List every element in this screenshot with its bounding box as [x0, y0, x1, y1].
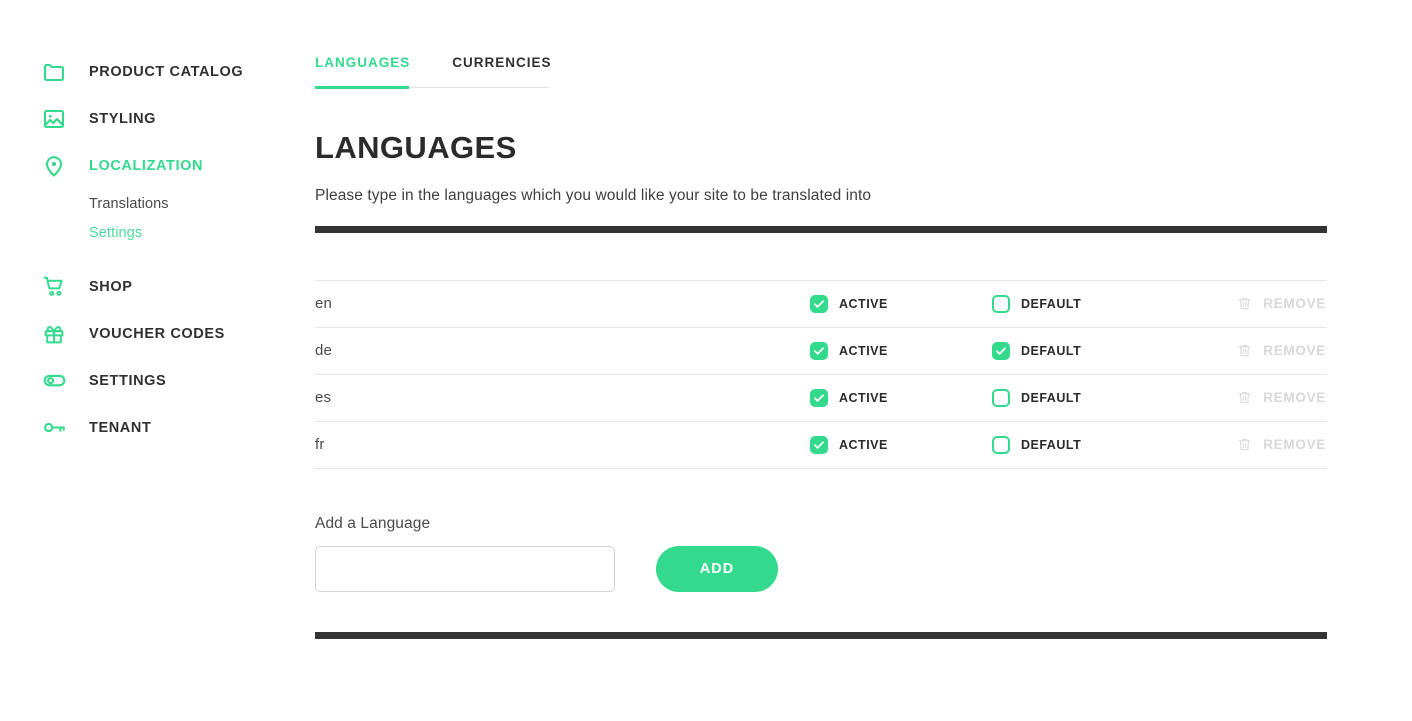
remove-button[interactable]: REMOVE: [1174, 342, 1327, 359]
sidebar-item-label: SETTINGS: [89, 372, 167, 389]
remove-button[interactable]: REMOVE: [1174, 389, 1327, 406]
sidebar: PRODUCT CATALOG STYLING LOCALIZATION Tra…: [0, 0, 300, 721]
sidebar-item-tenant[interactable]: TENANT: [0, 404, 300, 451]
table-row: de ACTIVE DEFAULT REMOVE: [315, 328, 1327, 375]
default-label: DEFAULT: [1021, 343, 1082, 358]
gift-icon: [40, 320, 68, 348]
languages-table: en ACTIVE DEFAULT REMOVE de ACTIVE DEFAU…: [315, 233, 1327, 469]
image-icon: [40, 105, 68, 133]
map-pin-icon: [40, 152, 68, 180]
section-bottom-divider: [315, 631, 1327, 639]
active-checkbox[interactable]: [810, 435, 828, 454]
active-checkbox[interactable]: [810, 341, 828, 360]
sidebar-item-label: PRODUCT CATALOG: [89, 63, 244, 80]
default-label: DEFAULT: [1021, 296, 1082, 311]
app-page: PRODUCT CATALOG STYLING LOCALIZATION Tra…: [0, 0, 1412, 721]
default-checkbox[interactable]: [992, 341, 1010, 360]
add-button[interactable]: ADD: [656, 545, 778, 592]
sidebar-item-label: VOUCHER CODES: [89, 325, 225, 342]
sidebar-item-label: LOCALIZATION: [89, 157, 204, 174]
active-cell: ACTIVE: [810, 294, 992, 313]
trash-icon: [1237, 342, 1252, 359]
remove-label: REMOVE: [1263, 390, 1326, 406]
language-code: fr: [315, 436, 325, 454]
page-subtitle: Please type in the languages which you w…: [315, 186, 872, 204]
remove-button[interactable]: REMOVE: [1174, 436, 1327, 453]
active-checkbox[interactable]: [810, 388, 828, 407]
folder-icon: [40, 58, 68, 86]
sidebar-item-label: TENANT: [89, 419, 152, 436]
default-cell: DEFAULT: [992, 388, 1174, 407]
tab-active-indicator: [315, 86, 409, 89]
sidebar-subitem-settings[interactable]: Settings: [0, 218, 300, 247]
sidebar-item-localization[interactable]: LOCALIZATION: [0, 142, 300, 189]
add-language-input[interactable]: [315, 545, 615, 592]
language-code: en: [315, 295, 333, 313]
section-top-divider: [315, 225, 1327, 233]
language-code: de: [315, 342, 333, 360]
sidebar-item-shop[interactable]: SHOP: [0, 263, 300, 310]
add-language-label: Add a Language: [315, 514, 431, 532]
shopping-cart-icon: [40, 273, 68, 301]
trash-icon: [1237, 436, 1252, 453]
key-icon: [40, 414, 68, 442]
default-checkbox[interactable]: [992, 294, 1010, 313]
default-checkbox[interactable]: [992, 435, 1010, 454]
sidebar-subitem-label: Translations: [89, 195, 169, 212]
active-label: ACTIVE: [839, 437, 888, 452]
active-label: ACTIVE: [839, 390, 888, 405]
default-label: DEFAULT: [1021, 390, 1082, 405]
sidebar-subitem-label: Settings: [89, 224, 143, 241]
trash-icon: [1237, 295, 1252, 312]
default-checkbox[interactable]: [992, 388, 1010, 407]
active-checkbox[interactable]: [810, 294, 828, 313]
sidebar-subitem-translations[interactable]: Translations: [0, 189, 300, 218]
default-cell: DEFAULT: [992, 294, 1174, 313]
trash-icon: [1237, 389, 1252, 406]
remove-label: REMOVE: [1263, 437, 1326, 453]
sidebar-item-label: SHOP: [89, 278, 133, 295]
active-cell: ACTIVE: [810, 341, 992, 360]
tab-currencies[interactable]: CURRENCIES: [452, 55, 551, 87]
table-row: en ACTIVE DEFAULT REMOVE: [315, 281, 1327, 328]
sidebar-item-voucher-codes[interactable]: VOUCHER CODES: [0, 310, 300, 357]
remove-button[interactable]: REMOVE: [1174, 295, 1327, 312]
add-language-controls: ADD: [315, 545, 1327, 592]
sidebar-item-product-catalog[interactable]: PRODUCT CATALOG: [0, 48, 300, 95]
sidebar-item-label: STYLING: [89, 110, 157, 127]
active-label: ACTIVE: [839, 296, 888, 311]
default-cell: DEFAULT: [992, 341, 1174, 360]
add-language-section: Add a Language ADD: [315, 515, 1327, 592]
sidebar-item-settings[interactable]: SETTINGS: [0, 357, 300, 404]
page-title: LANGUAGES: [315, 130, 517, 165]
active-cell: ACTIVE: [810, 388, 992, 407]
default-cell: DEFAULT: [992, 435, 1174, 454]
language-code: es: [315, 389, 332, 407]
table-row: fr ACTIVE DEFAULT REMOVE: [315, 422, 1327, 469]
default-label: DEFAULT: [1021, 437, 1082, 452]
active-cell: ACTIVE: [810, 435, 992, 454]
remove-label: REMOVE: [1263, 343, 1326, 359]
tab-underline: [315, 86, 549, 89]
remove-label: REMOVE: [1263, 296, 1326, 312]
table-header-row: [315, 233, 1327, 281]
tab-languages[interactable]: LANGUAGES: [315, 55, 410, 87]
sidebar-item-styling[interactable]: STYLING: [0, 95, 300, 142]
toggle-switch-icon: [40, 367, 68, 395]
table-row: es ACTIVE DEFAULT REMOVE: [315, 375, 1327, 422]
tab-bar: LANGUAGES CURRENCIES: [315, 55, 551, 87]
main-content: LANGUAGES CURRENCIES LANGUAGES Please ty…: [315, 0, 1327, 639]
active-label: ACTIVE: [839, 343, 888, 358]
